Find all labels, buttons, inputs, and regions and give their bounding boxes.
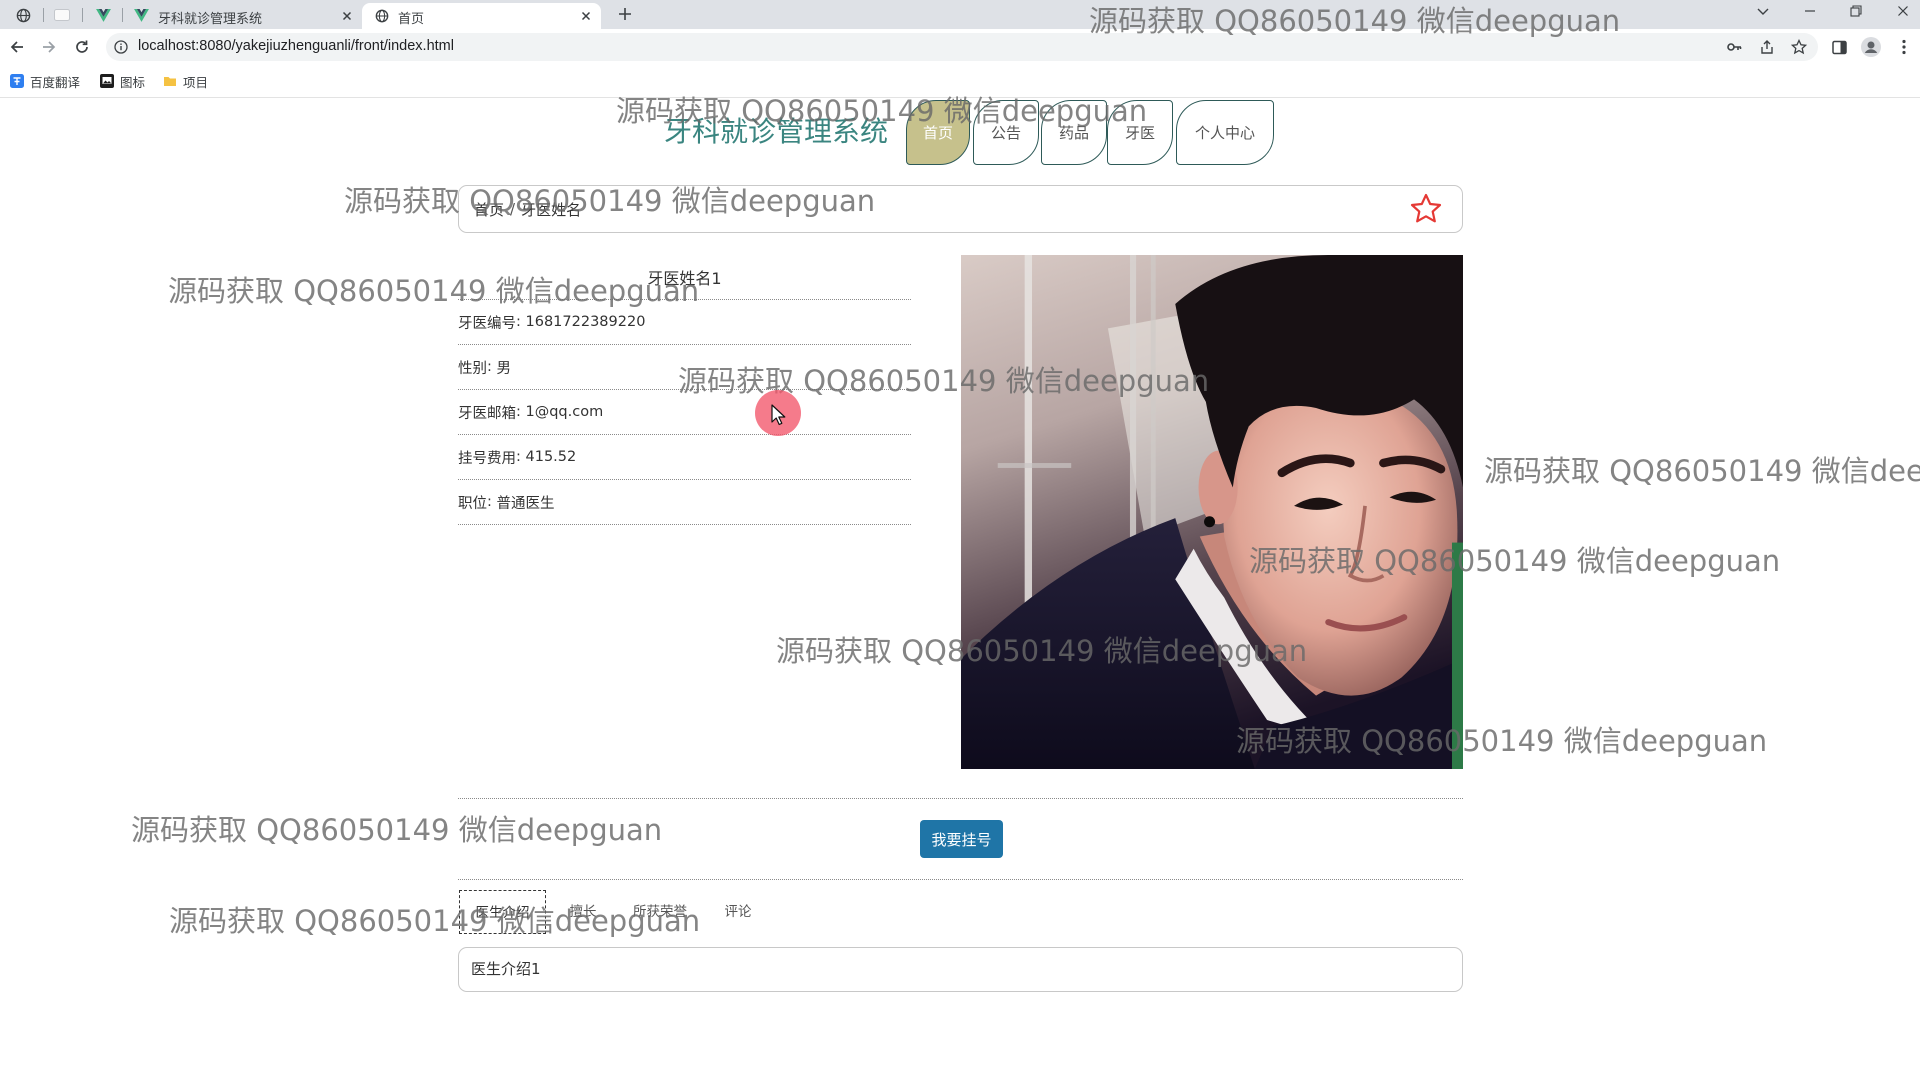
watermark-text: 源码获取 QQ86050149 微信deepguan (131, 813, 663, 847)
tab-doctor-intro[interactable]: 医生介绍 (459, 890, 546, 934)
forward-arrow-icon[interactable] (40, 38, 58, 56)
doctor-field-position: 职位: 普通医生 (458, 480, 911, 525)
star-outline-icon[interactable] (1409, 192, 1443, 226)
tab-separator (82, 8, 83, 22)
doctor-field-email: 牙医邮箱: 1@qq.com (458, 390, 911, 435)
site-title: 牙科就诊管理系统 (664, 115, 889, 148)
tab-separator (122, 8, 123, 22)
info-icon[interactable] (114, 40, 128, 54)
field-value: 1681722389220 (525, 314, 646, 330)
bookmark-label: 项目 (183, 75, 209, 90)
nav-medicines[interactable]: 药品 (1041, 100, 1107, 165)
doctor-field-gender: 性别: 男 (458, 345, 911, 390)
browser-tab-system[interactable]: 牙科就诊管理系统 (125, 3, 357, 29)
field-label: 性别 (458, 360, 487, 377)
breadcrumb-home[interactable]: 首页 (474, 199, 504, 220)
register-appointment-button[interactable]: 我要挂号 (920, 820, 1003, 858)
field-label: 牙医邮箱 (458, 405, 516, 422)
close-icon[interactable] (340, 9, 354, 23)
field-value: 415.52 (525, 449, 577, 465)
reload-icon[interactable] (73, 38, 91, 56)
bookmark-label: 图标 (120, 75, 146, 90)
tab-separator (43, 8, 44, 22)
browser-toolbar: localhost:8080/yakejiuzhenguanli/front/i… (0, 29, 1920, 64)
browser-tab-strip: 牙科就诊管理系统 首页 (0, 0, 1920, 29)
breadcrumb-separator: / (510, 200, 516, 218)
chevron-down-icon[interactable] (1754, 3, 1772, 19)
nav-dentists[interactable]: 牙医 (1107, 100, 1173, 165)
field-separator: : (487, 494, 497, 510)
image-icon (100, 74, 114, 88)
field-separator: : (516, 314, 526, 330)
menu-dots-icon[interactable] (1895, 38, 1913, 56)
tab-specialty[interactable]: 擅长 (564, 890, 602, 934)
doctor-field-fee: 挂号费用: 415.52 (458, 435, 911, 480)
tab-honors[interactable]: 所获荣誉 (628, 890, 692, 934)
pinned-tab-3[interactable] (86, 3, 120, 27)
mouse-cursor-icon (771, 404, 786, 426)
nav-announcements[interactable]: 公告 (973, 100, 1039, 165)
url-text[interactable]: localhost:8080/yakejiuzhenguanli/front/i… (138, 38, 454, 54)
back-arrow-icon[interactable] (8, 38, 26, 56)
key-icon[interactable] (1726, 39, 1742, 55)
share-icon[interactable] (1759, 39, 1775, 55)
field-value: 1@qq.com (525, 404, 604, 420)
side-panel-icon[interactable] (1830, 38, 1848, 56)
field-value: 男 (496, 360, 512, 377)
doctor-name: 牙医姓名1 (458, 255, 911, 300)
tab-title: 首页 (398, 11, 425, 26)
field-separator: : (487, 359, 497, 375)
breadcrumb-current: 牙医姓名 (521, 200, 582, 219)
globe-icon (16, 8, 31, 23)
field-label: 挂号费用 (458, 450, 516, 467)
pinned-tab-2[interactable] (45, 3, 79, 27)
browser-tab-home[interactable]: 首页 (362, 3, 601, 29)
field-separator: : (516, 449, 526, 465)
pinned-tab-1[interactable] (6, 3, 40, 27)
close-window-icon[interactable] (1894, 3, 1912, 19)
tab-content-panel: 医生介绍1 (458, 947, 1463, 992)
field-value: 普通医生 (496, 495, 555, 512)
field-label: 职位 (458, 495, 487, 512)
breadcrumb: 首页 / 牙医姓名 (458, 185, 1463, 233)
bookmark-baidu-translate[interactable]: 百度翻译 (10, 72, 80, 90)
folder-icon (163, 74, 177, 88)
watermark-text: 源码获取 QQ86050149 微信deepguan (169, 904, 701, 938)
close-icon[interactable] (579, 9, 593, 23)
blank-page-icon (54, 9, 70, 21)
field-separator: : (516, 404, 526, 420)
minimize-icon[interactable] (1801, 3, 1819, 19)
bookmarks-bar: 百度翻译 图标 项目 (0, 64, 1920, 98)
watermark-text: 源码获取 QQ86050149 微信deepguan (1484, 454, 1920, 488)
vue-logo-icon (134, 9, 149, 25)
field-label: 牙医编号 (458, 315, 516, 332)
vue-logo-icon (95, 8, 111, 22)
divider (458, 798, 1463, 799)
baidu-translate-icon (10, 74, 24, 88)
tab-comments[interactable]: 评论 (719, 890, 757, 934)
divider (458, 879, 1463, 880)
doctor-field-id: 牙医编号: 1681722389220 (458, 300, 911, 345)
address-bar[interactable]: localhost:8080/yakejiuzhenguanli/front/i… (106, 33, 1818, 61)
nav-home[interactable]: 首页 (906, 100, 970, 165)
bookmark-folder-project[interactable]: 项目 (163, 72, 208, 90)
nav-personal-center[interactable]: 个人中心 (1176, 100, 1274, 165)
bookmark-icons[interactable]: 图标 (100, 72, 145, 90)
doctor-detail-list: 牙医姓名1 牙医编号: 1681722389220 性别: 男 牙医邮箱: 1@… (458, 255, 911, 525)
new-tab-plus-icon[interactable] (617, 6, 633, 22)
profile-avatar-icon[interactable] (1861, 37, 1881, 57)
bookmark-label: 百度翻译 (30, 75, 81, 90)
tab-title: 牙科就诊管理系统 (158, 11, 263, 26)
doctor-photo (961, 255, 1463, 769)
globe-icon (375, 9, 389, 26)
restore-window-icon[interactable] (1847, 3, 1865, 19)
bookmark-star-icon[interactable] (1791, 39, 1807, 55)
